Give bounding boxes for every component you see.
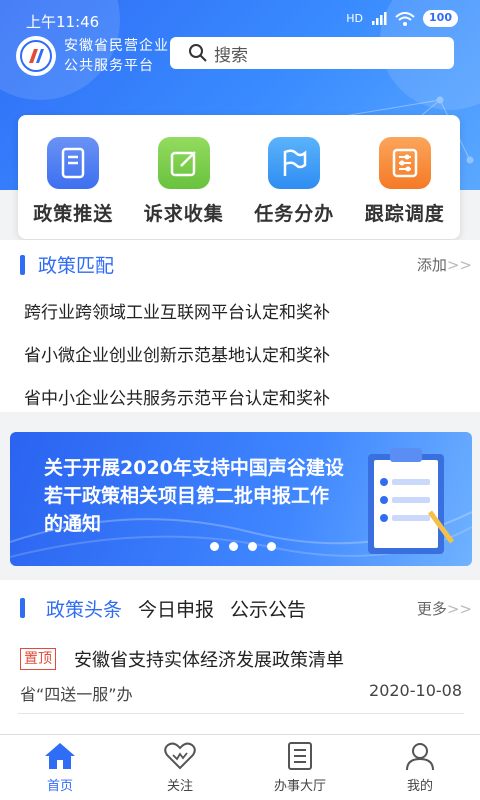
double-chevron-icon: >> [446, 256, 472, 274]
brand-name: 安徽省民营企业 公共服务平台 [64, 36, 169, 76]
news-item-source: 省“四送一服”办 [20, 685, 133, 704]
carousel-dots [210, 542, 276, 551]
battery-indicator: 100 [423, 10, 458, 27]
quick-action-track-schedule[interactable]: 跟踪调度 [353, 137, 457, 239]
search-input[interactable]: 搜索 [170, 37, 454, 69]
quick-action-task-assign[interactable]: 任务分办 [242, 137, 346, 239]
search-placeholder: 搜索 [214, 45, 248, 66]
bottom-nav: 首页 关注 办事大厅 我的 [0, 734, 480, 800]
user-icon [406, 743, 434, 771]
more-link-label: 更多 [416, 600, 447, 618]
document-icon [47, 137, 100, 189]
quick-action-label: 诉求收集 [143, 203, 224, 225]
add-link-label: 添加 [416, 256, 447, 274]
quick-action-label: 跟踪调度 [364, 203, 445, 225]
news-tabs: 政策头条 今日申报 公示公告 [46, 595, 306, 622]
list-item[interactable]: 跨行业跨领域工业互联网平台认定和奖补 [24, 298, 330, 323]
nav-service-hall[interactable]: 办事大厅 [240, 735, 360, 800]
status-bar: 上午11:46 HD 100 [0, 0, 480, 40]
news-item-date: 2020-10-08 [369, 681, 462, 700]
nav-label: 首页 [46, 779, 73, 794]
brand-line-2: 公共服务平台 [64, 58, 154, 74]
pinned-badge: 置顶 [20, 648, 56, 670]
carousel-dot[interactable] [248, 542, 257, 551]
brand-line-1: 安徽省民营企业 [64, 38, 169, 54]
home-icon [45, 743, 75, 769]
quick-action-label: 任务分办 [254, 203, 335, 225]
wifi-icon [395, 11, 415, 26]
status-icons: HD 100 [346, 10, 458, 27]
nav-label: 关注 [166, 779, 193, 794]
more-link[interactable]: 更多>> [417, 598, 472, 619]
platform-logo-icon [16, 36, 56, 76]
add-link[interactable]: 添加>> [417, 254, 472, 275]
policy-match-section: 政策匹配 添加>> 跨行业跨领域工业互联网平台认定和奖补 省小微企业创业创新示范… [0, 240, 480, 412]
quick-actions-card: 政策推送 诉求收集 任务分办 跟踪调度 [18, 115, 460, 239]
nav-follow[interactable]: 关注 [120, 735, 240, 800]
status-time: 上午11:46 [26, 13, 100, 31]
nav-mine[interactable]: 我的 [360, 735, 480, 800]
news-item-title[interactable]: 安徽省支持实体经济发展政策清单 [74, 646, 344, 672]
service-hall-icon [288, 742, 312, 770]
nav-label: 办事大厅 [273, 779, 326, 794]
nav-label: 我的 [406, 779, 433, 794]
section-title: 政策匹配 [38, 255, 115, 277]
section-accent-bar [20, 598, 25, 618]
double-chevron-icon: >> [446, 600, 472, 618]
nav-home[interactable]: 首页 [0, 735, 120, 800]
list-item[interactable]: 省中小企业公共服务示范平台认定和奖补 [24, 384, 330, 409]
tab-policy-headlines[interactable]: 政策头条 [46, 595, 122, 622]
brand[interactable]: 安徽省民营企业 公共服务平台 [16, 36, 169, 76]
cellular-icon [372, 11, 387, 25]
carousel-dot[interactable] [229, 542, 238, 551]
quick-action-appeal-collect[interactable]: 诉求收集 [132, 137, 236, 239]
tab-public-notice[interactable]: 公示公告 [230, 595, 306, 622]
search-icon [189, 44, 207, 62]
carousel-dot[interactable] [210, 542, 219, 551]
hd-signal-label: HD [346, 12, 364, 25]
sliders-icon [378, 137, 431, 189]
carousel-dot[interactable] [267, 542, 276, 551]
flag-icon [268, 137, 321, 189]
quick-action-policy-push[interactable]: 政策推送 [21, 137, 125, 239]
edit-icon [157, 137, 210, 189]
heart-icon [164, 742, 196, 770]
banner-carousel[interactable]: 关于开展2020年支持中国声谷建设若干政策相关项目第二批申报工作的通知 [10, 432, 472, 566]
list-item[interactable]: 省小微企业创业创新示范基地认定和奖补 [24, 341, 330, 366]
banner-text: 关于开展2020年支持中国声谷建设若干政策相关项目第二批申报工作的通知 [44, 457, 344, 535]
tab-today-apply[interactable]: 今日申报 [138, 595, 214, 622]
clipboard-illustration-icon [368, 448, 455, 554]
quick-action-label: 政策推送 [33, 203, 114, 225]
divider [18, 713, 464, 714]
section-accent-bar [20, 255, 25, 275]
